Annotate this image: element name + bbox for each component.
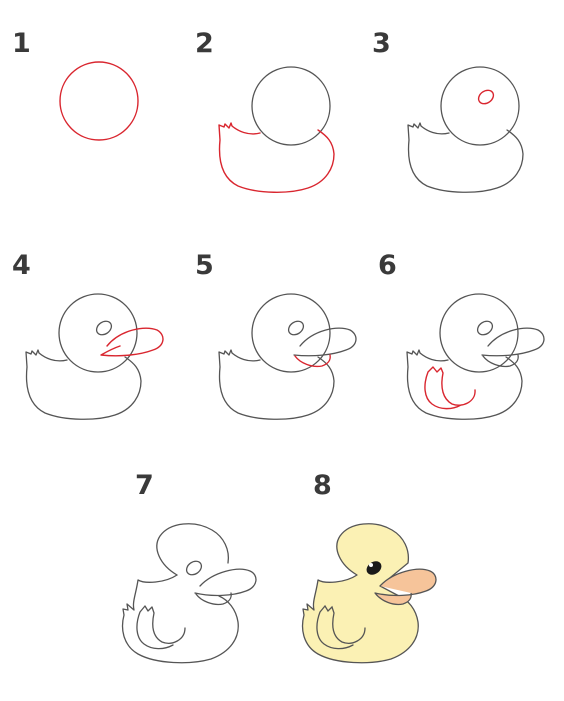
- step-8-drawing: [301, 523, 437, 664]
- step-8-eye-highlight: [369, 563, 373, 567]
- step-8-duck-body: [301, 523, 419, 664]
